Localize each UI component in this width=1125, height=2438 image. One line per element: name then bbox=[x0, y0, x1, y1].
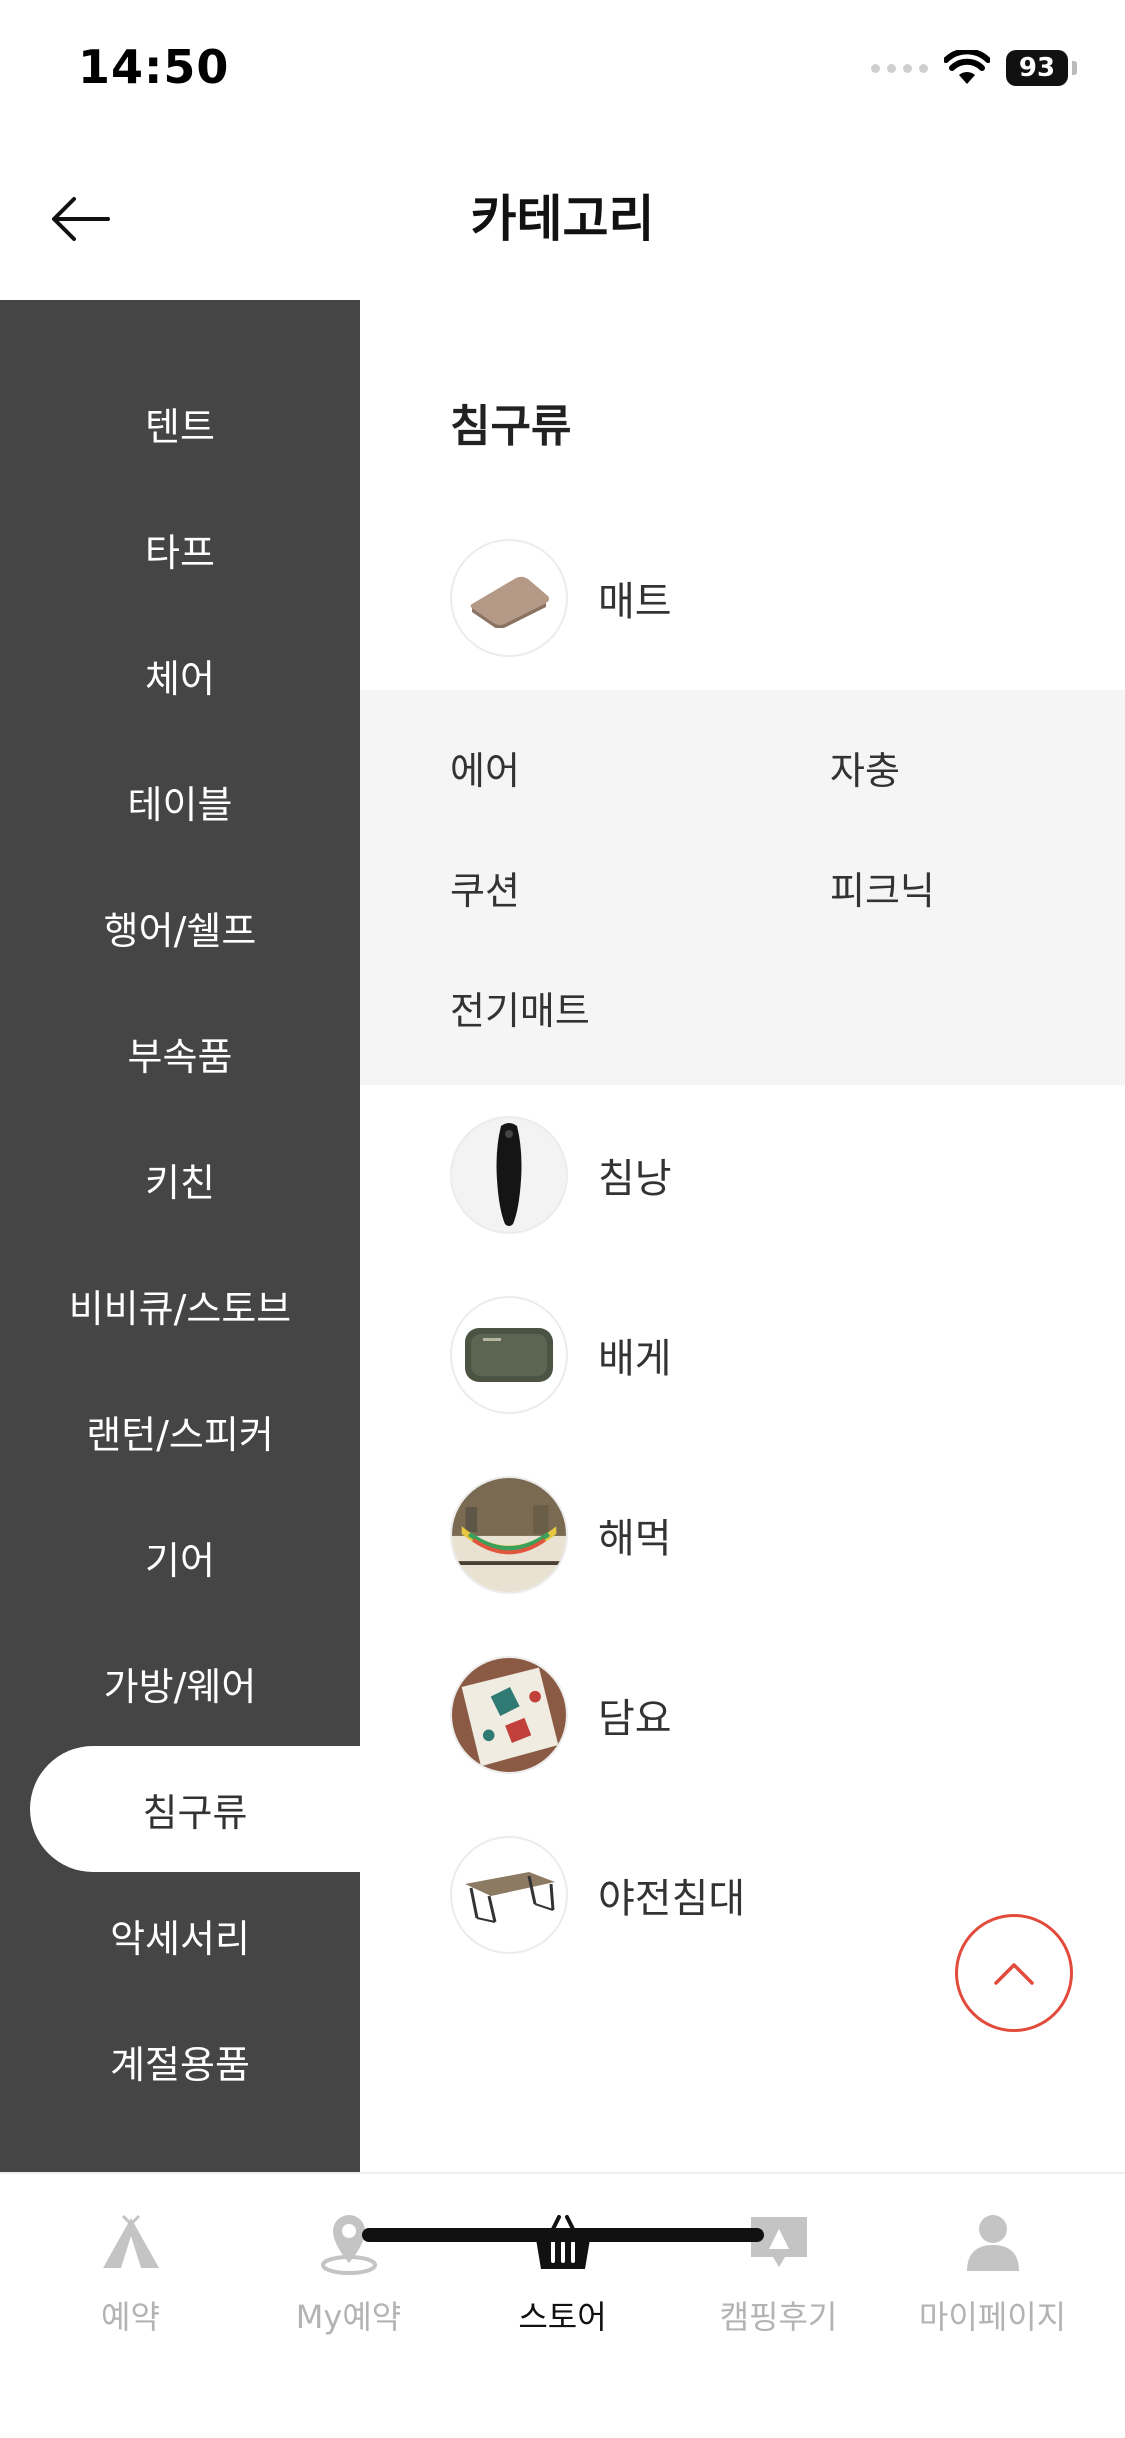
sidebar-item-lantern-speaker[interactable]: 랜턴/스피커 bbox=[0, 1368, 360, 1494]
subcategory-panel: 에어 자충 쿠션 피크닉 전기매트 bbox=[360, 690, 1125, 1085]
tab-camping-review[interactable]: 캠핑후기 bbox=[666, 2192, 891, 2342]
subcategory-self-inflating[interactable]: 자충 bbox=[830, 740, 900, 795]
sidebar-item-bedding[interactable]: 침구류 bbox=[30, 1746, 360, 1872]
battery-level: 93 bbox=[1018, 53, 1056, 83]
sidebar-item-tarp[interactable]: 타프 bbox=[0, 486, 360, 612]
basket-icon bbox=[528, 2208, 598, 2278]
category-label: 배게 bbox=[598, 1336, 672, 1382]
category-label: 해먹 bbox=[598, 1516, 672, 1562]
tab-my-reservation[interactable]: My예약 bbox=[236, 2192, 461, 2342]
category-item-pillow[interactable]: 배게 bbox=[450, 1295, 1070, 1415]
category-label: 담요 bbox=[598, 1696, 672, 1742]
home-indicator bbox=[362, 2228, 764, 2242]
sidebar-item-bbq-stove[interactable]: 비비큐/스토브 bbox=[0, 1242, 360, 1368]
app-header: 카테고리 bbox=[0, 135, 1125, 300]
tab-label: 캠핑후기 bbox=[719, 2298, 838, 2336]
subcategory-cushion[interactable]: 쿠션 bbox=[450, 860, 520, 915]
sidebar-item-table[interactable]: 테이블 bbox=[0, 738, 360, 864]
mat-thumbnail bbox=[450, 539, 568, 657]
sidebar-item-gear[interactable]: 기어 bbox=[0, 1494, 360, 1620]
category-item-mat[interactable]: 매트 bbox=[450, 538, 1070, 658]
sidebar-item-tent[interactable]: 텐트 bbox=[0, 360, 360, 486]
tab-label: 스토어 bbox=[518, 2298, 607, 2336]
blanket-thumbnail bbox=[450, 1656, 568, 1774]
battery-icon: 93 bbox=[1006, 50, 1068, 86]
chevron-up-icon bbox=[994, 1963, 1034, 1985]
scroll-top-button[interactable] bbox=[955, 1914, 1073, 2032]
wifi-icon bbox=[944, 50, 990, 84]
sidebar-item-accessories-parts[interactable]: 부속품 bbox=[0, 990, 360, 1116]
tab-reservation[interactable]: 예약 bbox=[18, 2192, 243, 2342]
sidebar-item-bag-wear[interactable]: 가방/웨어 bbox=[0, 1620, 360, 1746]
category-item-sleeping-bag[interactable]: 침낭 bbox=[450, 1115, 1070, 1235]
tab-label: My예약 bbox=[295, 2298, 402, 2336]
sidebar-item-accessory[interactable]: 악세서리 bbox=[0, 1872, 360, 1998]
person-icon bbox=[958, 2208, 1028, 2278]
section-title: 침구류 bbox=[450, 401, 572, 452]
location-pin-icon bbox=[314, 2208, 384, 2278]
subcategory-picnic[interactable]: 피크닉 bbox=[830, 860, 935, 915]
tab-my-page[interactable]: 마이페이지 bbox=[880, 2192, 1105, 2342]
sidebar-item-chair[interactable]: 체어 bbox=[0, 612, 360, 738]
status-time: 14:50 bbox=[78, 40, 230, 94]
subcategory-air[interactable]: 에어 bbox=[450, 740, 520, 795]
sidebar-item-seasonal[interactable]: 계절용품 bbox=[0, 1998, 360, 2124]
battery-cap bbox=[1072, 61, 1077, 75]
category-item-hammock[interactable]: 해먹 bbox=[450, 1475, 1070, 1595]
status-bar: 14:50 93 bbox=[0, 0, 1125, 135]
bottom-tab-bar: 예약 My예약 스토어 캠핑후기 마이페이지 bbox=[0, 2172, 1125, 2438]
sidebar-item-kitchen[interactable]: 키친 bbox=[0, 1116, 360, 1242]
category-label: 매트 bbox=[598, 579, 672, 625]
category-content: 침구류 매트 에어 자충 쿠션 피크닉 전기매트 침낭 배게 해먹 담요 야전침… bbox=[360, 300, 1125, 2172]
page-title: 카테고리 bbox=[470, 190, 655, 248]
hammock-thumbnail bbox=[450, 1476, 568, 1594]
tab-store[interactable]: 스토어 bbox=[450, 2192, 675, 2342]
tab-label: 마이페이지 bbox=[918, 2298, 1067, 2336]
tab-label: 예약 bbox=[101, 2298, 160, 2336]
category-item-blanket[interactable]: 담요 bbox=[450, 1655, 1070, 1775]
cot-thumbnail bbox=[450, 1836, 568, 1954]
review-icon bbox=[744, 2208, 814, 2278]
category-sidebar: 텐트 타프 체어 테이블 행어/쉘프 부속품 키친 비비큐/스토브 랜턴/스피커… bbox=[0, 300, 360, 2172]
subcategory-electric-mat[interactable]: 전기매트 bbox=[450, 980, 590, 1035]
sleeping-bag-thumbnail bbox=[450, 1116, 568, 1234]
tent-icon bbox=[96, 2208, 166, 2278]
category-label: 침낭 bbox=[598, 1156, 672, 1202]
pillow-thumbnail bbox=[450, 1296, 568, 1414]
status-indicators: 93 bbox=[871, 48, 1077, 88]
category-label: 야전침대 bbox=[598, 1876, 746, 1922]
sidebar-item-hanger-shelf[interactable]: 행어/쉘프 bbox=[0, 864, 360, 990]
cellular-signal-icon bbox=[871, 63, 928, 73]
